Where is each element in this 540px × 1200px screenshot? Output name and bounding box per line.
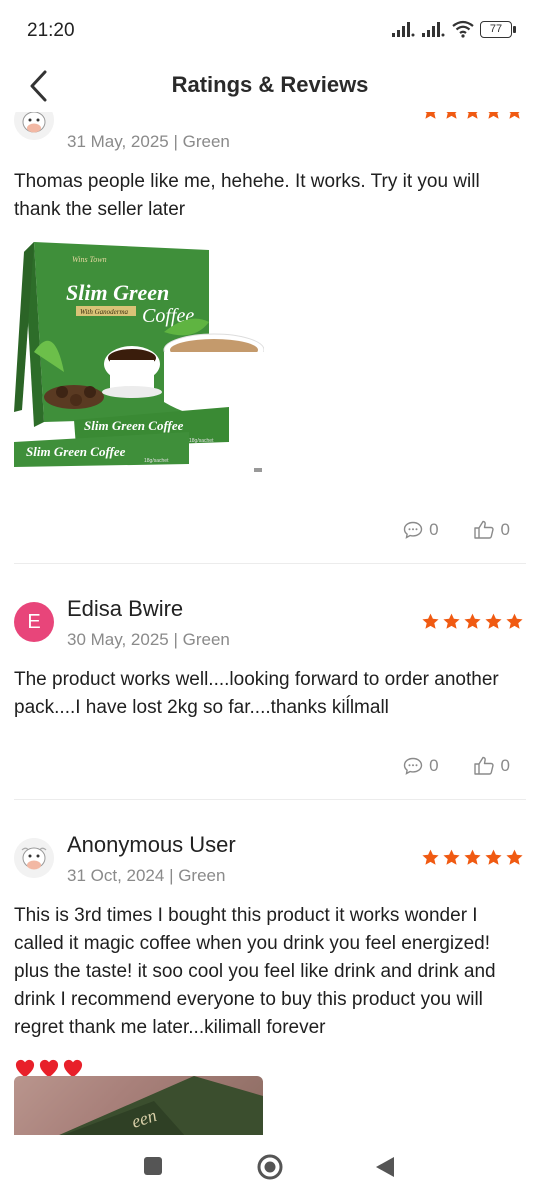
avatar bbox=[14, 112, 54, 140]
status-time: 21:20 bbox=[27, 20, 75, 41]
wifi-icon bbox=[452, 20, 474, 38]
rating-stars bbox=[421, 612, 524, 631]
page-title: Ratings & Reviews bbox=[171, 72, 369, 97]
star-icon bbox=[467, 112, 478, 119]
heart-emojis bbox=[14, 1058, 84, 1078]
sachet-small-2: 18g/sachet bbox=[189, 438, 214, 444]
avatar bbox=[14, 838, 54, 878]
status-icons: 77 bbox=[392, 20, 516, 38]
review-photo-art: een bbox=[59, 1076, 263, 1135]
review-text: This is 3rd times I bought this product … bbox=[14, 905, 496, 1038]
star-icon bbox=[422, 613, 439, 629]
like-count: 0 bbox=[500, 520, 510, 539]
divider bbox=[14, 563, 526, 564]
avatar: E bbox=[14, 602, 54, 642]
star-icon bbox=[425, 112, 436, 119]
heart-icon bbox=[15, 1059, 35, 1078]
reviewer-name: Edisa Bwire bbox=[67, 596, 184, 621]
thumbs-up-icon bbox=[473, 756, 494, 775]
like-button[interactable]: 0 bbox=[473, 756, 510, 776]
star-icon bbox=[506, 849, 523, 865]
cow-avatar-icon bbox=[14, 112, 54, 140]
comment-icon bbox=[403, 757, 423, 775]
rating-stars bbox=[421, 848, 524, 867]
thumbs-up-icon bbox=[473, 520, 494, 539]
review-meta: 31 May, 2025 | Green bbox=[67, 132, 230, 151]
divider bbox=[14, 799, 526, 800]
star-icon bbox=[422, 849, 439, 865]
star-icon bbox=[443, 613, 460, 629]
status-bar: 21:20 77 bbox=[0, 0, 540, 60]
comment-button[interactable]: 0 bbox=[403, 756, 439, 776]
sachet-label-2: Slim Green Coffee bbox=[84, 418, 184, 433]
system-nav-bar bbox=[0, 1135, 540, 1200]
review-photo[interactable]: Wins Town Slim Green With Ganoderma Coff… bbox=[14, 232, 264, 472]
rating-stars bbox=[421, 112, 524, 121]
box-subtitle: With Ganoderma bbox=[80, 308, 129, 316]
review-photo[interactable]: een bbox=[14, 1076, 263, 1135]
review-actions: 0 0 bbox=[403, 520, 510, 540]
review-meta: 30 May, 2025 | Green bbox=[67, 630, 230, 649]
sachet-small-1: 18g/sachet bbox=[144, 458, 169, 464]
comment-count: 0 bbox=[429, 756, 439, 775]
reviewer-name: Anonymous User bbox=[67, 832, 236, 857]
like-button[interactable]: 0 bbox=[473, 520, 510, 540]
star-icon bbox=[464, 849, 481, 865]
comment-button[interactable]: 0 bbox=[403, 520, 439, 540]
star-icon bbox=[446, 112, 457, 119]
star-icon bbox=[488, 112, 499, 119]
back-nav-icon[interactable] bbox=[374, 1155, 396, 1179]
battery-icon: 77 bbox=[480, 20, 516, 38]
comment-count: 0 bbox=[429, 520, 439, 539]
square-nav-icon[interactable] bbox=[142, 1155, 164, 1177]
review-text: The product works well....looking forwar… bbox=[14, 669, 499, 718]
heart-icon bbox=[63, 1059, 83, 1078]
box-brand: Wins Town bbox=[72, 255, 107, 264]
star-icon bbox=[509, 112, 520, 119]
box-title-1: Slim Green bbox=[66, 280, 169, 305]
sachet-label-1: Slim Green Coffee bbox=[26, 444, 126, 459]
review-actions: 0 0 bbox=[403, 756, 510, 776]
star-icon bbox=[506, 613, 523, 629]
cow-avatar-icon bbox=[14, 838, 54, 878]
header: Ratings & Reviews bbox=[0, 60, 540, 112]
reviews-list[interactable]: 31 May, 2025 | Green Thomas people like … bbox=[0, 112, 540, 1135]
signal-icon bbox=[392, 22, 415, 37]
review-meta: 31 Oct, 2024 | Green bbox=[67, 866, 226, 885]
comment-icon bbox=[403, 521, 423, 539]
like-count: 0 bbox=[500, 756, 510, 775]
star-icon bbox=[485, 849, 502, 865]
heart-icon bbox=[39, 1059, 59, 1078]
star-icon bbox=[464, 613, 481, 629]
signal-icon bbox=[422, 22, 445, 37]
star-icon bbox=[443, 849, 460, 865]
review-text: Thomas people like me, hehehe. It works.… bbox=[14, 171, 480, 220]
star-icon bbox=[485, 613, 502, 629]
home-nav-icon[interactable] bbox=[256, 1153, 284, 1181]
